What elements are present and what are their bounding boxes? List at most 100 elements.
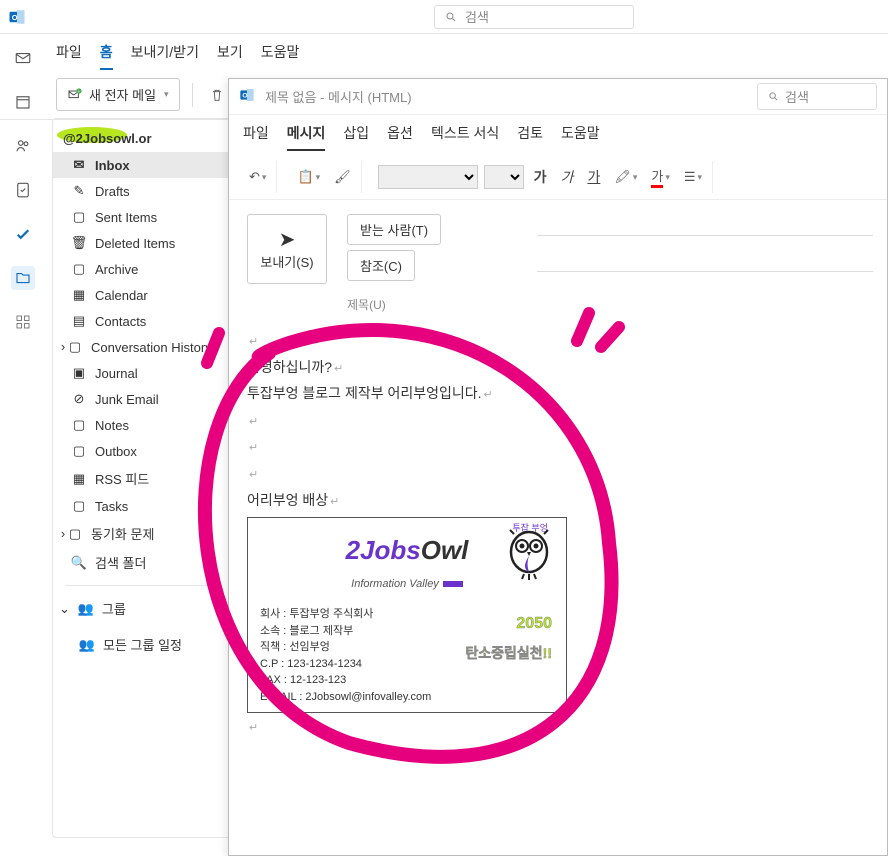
compose-search-input[interactable]: 검색 [757, 83, 877, 110]
sig-email: E-MAIL : 2Jobsowl@infovalley.com [260, 689, 554, 706]
journal-icon: ▣ [71, 365, 87, 381]
compose-title-text: 제목 없음 - 메시지 (HTML) [265, 87, 412, 106]
paste-button[interactable]: 📋▾ [293, 165, 324, 189]
folder-outbox[interactable]: ▢Outbox [53, 438, 231, 464]
folder-search-folders[interactable]: 🔍 검색 폴더 [53, 548, 231, 577]
junk-icon: ⊘ [71, 391, 87, 407]
tab-home[interactable]: 홈 [100, 42, 113, 70]
send-icon: ➤ [248, 227, 326, 252]
font-family-select[interactable] [378, 165, 478, 189]
drafts-icon: ✎ [71, 183, 87, 199]
underline-button[interactable]: 가 [583, 165, 604, 189]
bold-button[interactable]: 가 [530, 165, 551, 189]
folder-inbox[interactable]: ✉Inbox [53, 152, 231, 178]
folder-rss[interactable]: ▦RSS 피드 [53, 464, 231, 493]
account-header[interactable]: @2Jobsowl.or [53, 125, 231, 152]
folder-all-groups[interactable]: 👥 모든 그룹 일정 [53, 623, 231, 659]
search-icon [445, 11, 457, 23]
body-signoff: 어리부엉 배상 [247, 487, 869, 514]
folder-archive[interactable]: ▢Archive [53, 256, 231, 282]
compose-tabs: 파일 메시지 삽입 옵션 텍스트 서식 검토 도움말 [229, 115, 887, 151]
folder-junk[interactable]: ⊘Junk Email [53, 386, 231, 412]
folder-deleted[interactable]: 🗑 Deleted Items [53, 230, 231, 256]
to-field[interactable] [537, 235, 873, 236]
font-size-select[interactable] [484, 165, 524, 189]
folder-contacts[interactable]: ▤ Contacts [53, 308, 231, 334]
tab-help[interactable]: 도움말 [261, 42, 300, 70]
folder-label: Sent Items [95, 210, 157, 225]
highlight-button[interactable]: 🖍▾ [610, 165, 641, 189]
tab-format[interactable]: 텍스트 서식 [431, 123, 499, 151]
folder-label: 검색 폴더 [95, 553, 146, 572]
tab-help[interactable]: 도움말 [561, 123, 600, 151]
new-mail-button[interactable]: + 새 전자 메일 ▾ [56, 78, 180, 111]
folder-sync-issues[interactable]: › ▢동기화 문제 [53, 519, 231, 548]
inbox-icon: ✉ [71, 157, 87, 173]
format-painter-button[interactable]: 🖌 [330, 165, 355, 189]
tab-insert[interactable]: 삽입 [343, 123, 369, 151]
folder-label: Contacts [95, 314, 146, 329]
compose-body[interactable]: 안녕하십니까? 투잡부엉 블로그 제작부 어리부엉입니다. 어리부엉 배상 투잡… [229, 313, 887, 754]
titlebar: O 검색 [0, 0, 888, 34]
outbox-icon: ▢ [71, 443, 87, 459]
tab-message[interactable]: 메시지 [287, 123, 326, 151]
body-line [247, 327, 869, 354]
tab-file[interactable]: 파일 [243, 123, 269, 151]
rss-icon: ▦ [71, 471, 87, 487]
folder-tasks[interactable]: ▢Tasks [53, 493, 231, 519]
italic-button[interactable]: 가 [557, 165, 578, 189]
folder-groups[interactable]: ⌄👥그룹 [53, 594, 231, 623]
rail-calendar-icon[interactable] [11, 90, 35, 114]
rail-mail-icon[interactable] [11, 46, 35, 70]
compose-ribbon: ↶▾ 📋▾ 🖌 가 가 가 🖍▾ 가▾ ☰▾ [229, 155, 887, 200]
app-rail [0, 36, 46, 334]
undo-button[interactable]: ↶▾ [245, 165, 270, 189]
tab-review[interactable]: 검토 [517, 123, 543, 151]
send-button[interactable]: ➤ 보내기(S) [247, 214, 327, 284]
folder-calendar[interactable]: ▦Calendar [53, 282, 231, 308]
outlook-app-icon: O [239, 87, 255, 106]
cc-field[interactable] [537, 271, 873, 272]
folder-label: 그룹 [102, 599, 126, 618]
tab-file[interactable]: 파일 [56, 42, 82, 70]
search-icon [768, 91, 779, 102]
folder-label: Conversation History [91, 340, 212, 355]
rail-apps-icon[interactable] [11, 310, 35, 334]
contacts-icon: ▤ [71, 313, 87, 329]
search-input-top[interactable]: 검색 [434, 5, 634, 29]
slogan-text: 탄소중립실천!! [465, 640, 552, 667]
to-button[interactable]: 받는 사람(T) [347, 214, 441, 245]
search-placeholder: 검색 [785, 87, 809, 106]
rail-files-icon[interactable] [11, 266, 35, 290]
search-folder-icon: 🔍 [71, 555, 87, 571]
folder-sent[interactable]: ▢Sent Items [53, 204, 231, 230]
delete-button[interactable] [205, 83, 229, 107]
folder-pane: @2Jobsowl.or ✉Inbox ✎Drafts ▢Sent Items … [52, 118, 232, 838]
notes-icon: ▢ [71, 417, 87, 433]
rail-people-icon[interactable] [11, 134, 35, 158]
bullets-button[interactable]: ☰▾ [680, 165, 706, 189]
folder-journal[interactable]: ▣ Journal [53, 360, 231, 386]
subject-label: 제목(U) [347, 298, 386, 312]
rail-todo-icon[interactable] [11, 222, 35, 246]
font-color-button[interactable]: 가▾ [647, 162, 674, 192]
folder-notes[interactable]: ▢Notes [53, 412, 231, 438]
cc-button[interactable]: 참조(C) [347, 250, 415, 281]
rail-tasks-icon[interactable] [11, 178, 35, 202]
folder-label: Journal [95, 366, 138, 381]
folder-label: 모든 그룹 일정 [103, 635, 182, 654]
folder-drafts[interactable]: ✎Drafts [53, 178, 231, 204]
people-icon: 👥 [79, 637, 95, 653]
chevron-down-icon: ⌄ [59, 601, 70, 617]
search-placeholder: 검색 [465, 7, 489, 26]
tab-options[interactable]: 옵션 [387, 123, 413, 151]
folder-label: Deleted Items [95, 236, 175, 251]
body-line [247, 407, 869, 434]
folder-label: Tasks [95, 499, 128, 514]
tab-view[interactable]: 보기 [217, 42, 243, 70]
expand-icon: › ▢ [59, 339, 83, 355]
archive-icon: ▢ [71, 261, 87, 277]
folder-conversation-history[interactable]: › ▢ Conversation History [53, 334, 231, 360]
trash-icon: 🗑 [71, 235, 87, 251]
tab-sendrecv[interactable]: 보내기/받기 [131, 42, 199, 70]
